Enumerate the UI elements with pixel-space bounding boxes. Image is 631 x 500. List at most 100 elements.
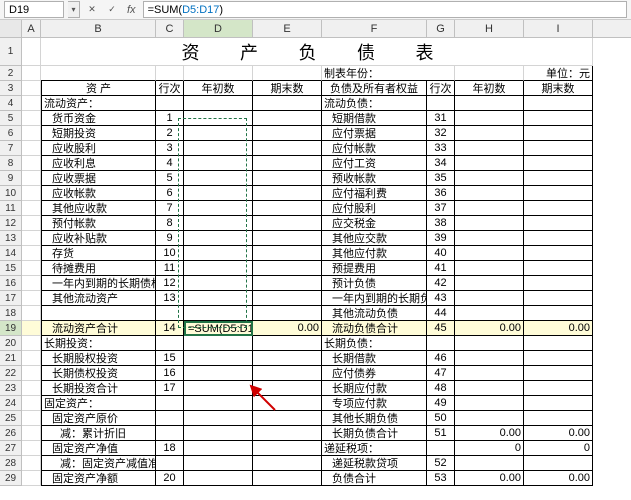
- spreadsheet-grid[interactable]: A B C D E F G H I 1 资 产 负 债 表 2 制表年份： 单位…: [0, 20, 631, 486]
- cell[interactable]: [253, 156, 322, 171]
- cell[interactable]: 长期投资：: [41, 336, 156, 351]
- cell[interactable]: 固定资产：: [41, 396, 156, 411]
- cell[interactable]: [455, 396, 524, 411]
- cell[interactable]: [455, 411, 524, 426]
- header-cell[interactable]: 负债及所有者权益: [322, 81, 427, 96]
- name-box-dropdown[interactable]: ▾: [68, 1, 80, 18]
- cell[interactable]: [455, 231, 524, 246]
- header-cell[interactable]: 行次: [427, 81, 455, 96]
- cell[interactable]: [253, 396, 322, 411]
- col-header[interactable]: D: [184, 20, 253, 37]
- cell[interactable]: 应付股利: [322, 201, 427, 216]
- cell[interactable]: [455, 156, 524, 171]
- cell[interactable]: 应收补贴款: [41, 231, 156, 246]
- cell[interactable]: [41, 306, 156, 321]
- cell[interactable]: [184, 366, 253, 381]
- cell[interactable]: [184, 441, 253, 456]
- cell[interactable]: [156, 456, 184, 471]
- cell[interactable]: [427, 441, 455, 456]
- cell[interactable]: 长期投资合计: [41, 381, 156, 396]
- cell[interactable]: 50: [427, 411, 455, 426]
- cell[interactable]: 长期负债：: [322, 336, 427, 351]
- cell[interactable]: [524, 336, 593, 351]
- meta-unit[interactable]: 单位：元: [524, 66, 593, 81]
- cell[interactable]: [455, 306, 524, 321]
- cell[interactable]: [184, 411, 253, 426]
- select-all-corner[interactable]: [0, 20, 22, 37]
- cell[interactable]: 39: [427, 231, 455, 246]
- header-cell[interactable]: 期末数: [524, 81, 593, 96]
- cell[interactable]: [455, 141, 524, 156]
- row-header[interactable]: 18: [0, 306, 22, 321]
- cell[interactable]: 51: [427, 426, 455, 441]
- cell[interactable]: 短期投资: [41, 126, 156, 141]
- cell[interactable]: [184, 426, 253, 441]
- cell[interactable]: 流动资产：: [41, 96, 156, 111]
- name-box[interactable]: D19: [4, 1, 64, 18]
- row-header[interactable]: 19: [0, 321, 22, 336]
- cell[interactable]: [184, 171, 253, 186]
- cell[interactable]: [253, 336, 322, 351]
- cell[interactable]: 9: [156, 231, 184, 246]
- row-header[interactable]: 26: [0, 426, 22, 441]
- cell[interactable]: [253, 186, 322, 201]
- cell[interactable]: [253, 216, 322, 231]
- col-header[interactable]: F: [322, 20, 427, 37]
- cell[interactable]: [524, 351, 593, 366]
- col-header[interactable]: E: [253, 20, 322, 37]
- row-header[interactable]: 1: [0, 38, 22, 66]
- cell[interactable]: [253, 111, 322, 126]
- cell[interactable]: [524, 141, 593, 156]
- cell[interactable]: [253, 306, 322, 321]
- cell[interactable]: [455, 246, 524, 261]
- cell[interactable]: [184, 216, 253, 231]
- cell[interactable]: 5: [156, 171, 184, 186]
- cell[interactable]: 长期负债合计: [322, 426, 427, 441]
- cell[interactable]: 递延税项：: [322, 441, 427, 456]
- col-header[interactable]: G: [427, 20, 455, 37]
- cell[interactable]: 0.00: [455, 321, 524, 336]
- cell[interactable]: [455, 261, 524, 276]
- row-header[interactable]: 21: [0, 351, 22, 366]
- cell[interactable]: 其他长期负债: [322, 411, 427, 426]
- col-header[interactable]: A: [22, 20, 41, 37]
- cell[interactable]: 42: [427, 276, 455, 291]
- cell[interactable]: [184, 336, 253, 351]
- cell[interactable]: [253, 291, 322, 306]
- cell[interactable]: 12: [156, 276, 184, 291]
- cell[interactable]: [253, 171, 322, 186]
- row-header[interactable]: 28: [0, 456, 22, 471]
- cell[interactable]: [524, 396, 593, 411]
- cell[interactable]: 长期借款: [322, 351, 427, 366]
- row-header[interactable]: 5: [0, 111, 22, 126]
- cell[interactable]: 17: [156, 381, 184, 396]
- row-header[interactable]: 7: [0, 141, 22, 156]
- cell[interactable]: 47: [427, 366, 455, 381]
- cell[interactable]: [184, 156, 253, 171]
- cell[interactable]: 递延税款贷项: [322, 456, 427, 471]
- cell[interactable]: 46: [427, 351, 455, 366]
- row-header[interactable]: 14: [0, 246, 22, 261]
- cell[interactable]: 0.00: [524, 471, 593, 486]
- cell[interactable]: 0.00: [455, 426, 524, 441]
- formula-input[interactable]: =SUM(D5:D17): [143, 1, 627, 18]
- cell[interactable]: 16: [156, 366, 184, 381]
- cell[interactable]: 15: [156, 351, 184, 366]
- cell[interactable]: [253, 96, 322, 111]
- row-header[interactable]: 11: [0, 201, 22, 216]
- cell[interactable]: [455, 96, 524, 111]
- cell[interactable]: 其他应付款: [322, 246, 427, 261]
- cell[interactable]: [524, 381, 593, 396]
- cell[interactable]: [253, 231, 322, 246]
- cell[interactable]: [253, 441, 322, 456]
- cell[interactable]: [455, 336, 524, 351]
- cell[interactable]: [455, 276, 524, 291]
- cell[interactable]: 固定资产净额: [41, 471, 156, 486]
- cell[interactable]: 减：固定资产减值准备: [41, 456, 156, 471]
- cell[interactable]: 1: [156, 111, 184, 126]
- cell[interactable]: [455, 171, 524, 186]
- cell[interactable]: 0.00: [524, 321, 593, 336]
- cell[interactable]: [455, 126, 524, 141]
- cell[interactable]: 货币资金: [41, 111, 156, 126]
- cell[interactable]: [184, 276, 253, 291]
